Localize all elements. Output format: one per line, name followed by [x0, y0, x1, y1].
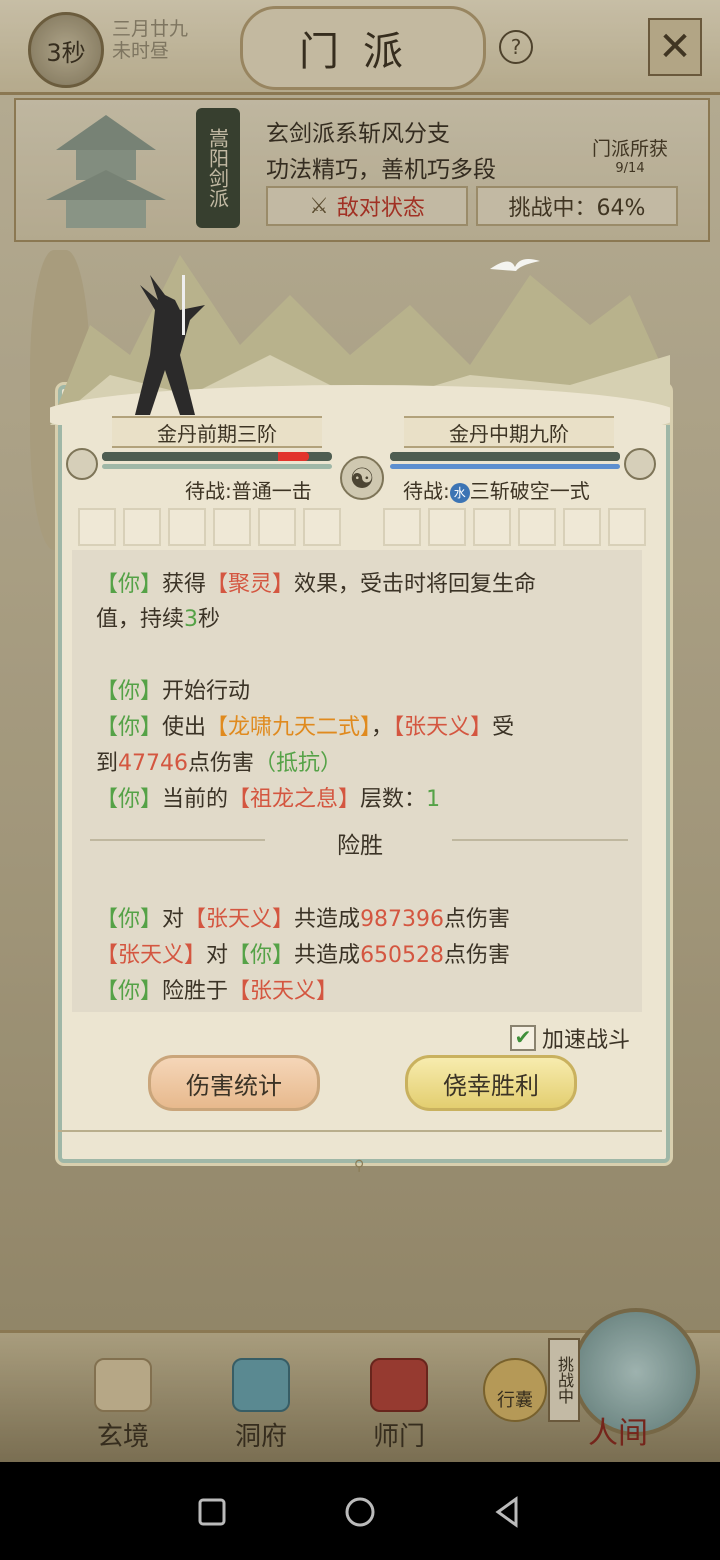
- log-text: 点伤害: [444, 943, 511, 968]
- enemy-hp-bar: [390, 452, 620, 461]
- log-line: 【你】开始行动: [96, 673, 250, 705]
- knot-ornament-icon: ⚲: [354, 1158, 365, 1174]
- divider: [452, 839, 628, 841]
- speed-battle-label: 加速战斗: [542, 1028, 631, 1053]
- enemy-realm: 金丹中期九阶: [404, 416, 614, 448]
- log-text: 点伤害: [188, 751, 255, 776]
- skill-slot: [383, 508, 421, 546]
- player-hp-fill: [102, 452, 309, 461]
- water-element-icon: 水: [449, 482, 470, 503]
- log-line: 【你】当前的【祖龙之息】层数：1: [96, 781, 440, 813]
- log-text: 值，持续: [96, 607, 185, 632]
- log-actor: 【你】: [96, 907, 163, 932]
- enemy-standby: 待战: 水三斩破空一式: [403, 479, 590, 503]
- log-number: 47746: [118, 751, 189, 776]
- player-weapon-icon: [66, 448, 98, 480]
- speed-battle-toggle[interactable]: ✔ 加速战斗: [510, 1022, 630, 1054]
- log-actor: 【你】: [96, 572, 163, 597]
- skill-slot: [303, 508, 341, 546]
- game-screen: 3秒 三月廿九 未时昼 门派 ? ✕ 嵩阳剑派 玄剑派系斩风分支 功法精巧，善机…: [0, 0, 720, 1462]
- log-line: 【你】使出【龙啸九天二式】，【张天义】受: [96, 709, 514, 741]
- log-text: 获得: [162, 572, 207, 597]
- log-line: 【你】对【张天义】共造成987396点伤害: [96, 901, 510, 933]
- damage-stats-button[interactable]: 伤害统计: [148, 1055, 320, 1111]
- log-text: 层数：: [360, 787, 427, 812]
- log-line: 【你】获得【聚灵】效果，受击时将回复生命: [96, 566, 536, 598]
- skill-slot: [608, 508, 646, 546]
- log-number: 1: [426, 787, 441, 812]
- log-enemy: 【张天义】: [184, 907, 295, 932]
- home-icon[interactable]: [340, 1492, 380, 1532]
- skill-slot: [168, 508, 206, 546]
- log-text: 受: [492, 715, 515, 740]
- skill-slot: [258, 508, 296, 546]
- log-actor: 【你】: [96, 679, 163, 704]
- player-hp-bar: [102, 452, 332, 461]
- crane-icon: [490, 259, 540, 271]
- standby-label: 待战: [185, 479, 225, 503]
- enemy-hp-fill: [390, 452, 620, 461]
- log-text: 险胜于: [162, 979, 229, 1004]
- log-effect: 【聚灵】: [206, 572, 295, 597]
- log-text: 使出: [162, 715, 207, 740]
- panel-bottom-line: [58, 1130, 662, 1132]
- log-text: 当前的: [162, 787, 229, 812]
- log-text: ，: [371, 715, 394, 740]
- player-mana-bar: [102, 464, 332, 469]
- log-text: 到: [96, 751, 119, 776]
- log-actor: 【你】: [228, 943, 295, 968]
- log-note: （抵抗）: [254, 751, 343, 776]
- log-line: 值，持续3秒: [96, 601, 220, 633]
- log-skill: 【龙啸九天二式】: [206, 715, 372, 740]
- skill-slot: [473, 508, 511, 546]
- battle-result-title: 险胜: [337, 833, 383, 859]
- log-line: 到47746点伤害（抵抗）: [96, 745, 342, 777]
- demon-warrior-sprite: [135, 275, 205, 415]
- log-text: 效果，受击时将回复生命: [294, 572, 537, 597]
- log-text: 点伤害: [444, 907, 511, 932]
- back-icon[interactable]: [488, 1492, 528, 1532]
- log-text: 共造成: [294, 907, 361, 932]
- player-standby: 待战:普通一击: [185, 475, 312, 504]
- log-line: 【你】险胜于【张天义】: [96, 973, 338, 1005]
- log-actor: 【你】: [96, 715, 163, 740]
- log-text: 共造成: [294, 943, 361, 968]
- log-number: 3: [184, 607, 199, 632]
- skill-slot: [518, 508, 556, 546]
- log-line: 【张天义】对【你】共造成650528点伤害: [96, 937, 510, 969]
- log-number: 987396: [360, 907, 445, 932]
- recents-icon[interactable]: [192, 1492, 232, 1532]
- skill-slot: [428, 508, 466, 546]
- log-actor: 【你】: [96, 787, 163, 812]
- log-actor: 【你】: [96, 979, 163, 1004]
- standby-label: 待战: [403, 479, 443, 503]
- standby-skill: 三斩破空一式: [469, 479, 590, 503]
- skill-slot: [78, 508, 116, 546]
- log-enemy: 【张天义】: [96, 943, 207, 968]
- log-effect: 【祖龙之息】: [228, 787, 361, 812]
- log-text: 秒: [198, 607, 221, 632]
- skill-slot: [563, 508, 601, 546]
- checkmark-icon[interactable]: ✔: [510, 1025, 536, 1051]
- log-text: 对: [162, 907, 185, 932]
- log-number: 650528: [360, 943, 445, 968]
- log-enemy: 【张天义】: [393, 715, 493, 740]
- skill-slot: [213, 508, 251, 546]
- enemy-weapon-icon: [624, 448, 656, 480]
- player-realm: 金丹前期三阶: [112, 416, 322, 448]
- skill-slot: [123, 508, 161, 546]
- log-text: 对: [206, 943, 229, 968]
- victory-confirm-button[interactable]: 侥幸胜利: [405, 1055, 577, 1111]
- standby-skill: :普通一击: [225, 479, 312, 503]
- log-enemy: 【张天义】: [228, 979, 339, 1004]
- enemy-mana-bar: [390, 464, 620, 469]
- taiji-icon: ☯: [340, 456, 384, 500]
- log-text: 开始行动: [162, 679, 251, 704]
